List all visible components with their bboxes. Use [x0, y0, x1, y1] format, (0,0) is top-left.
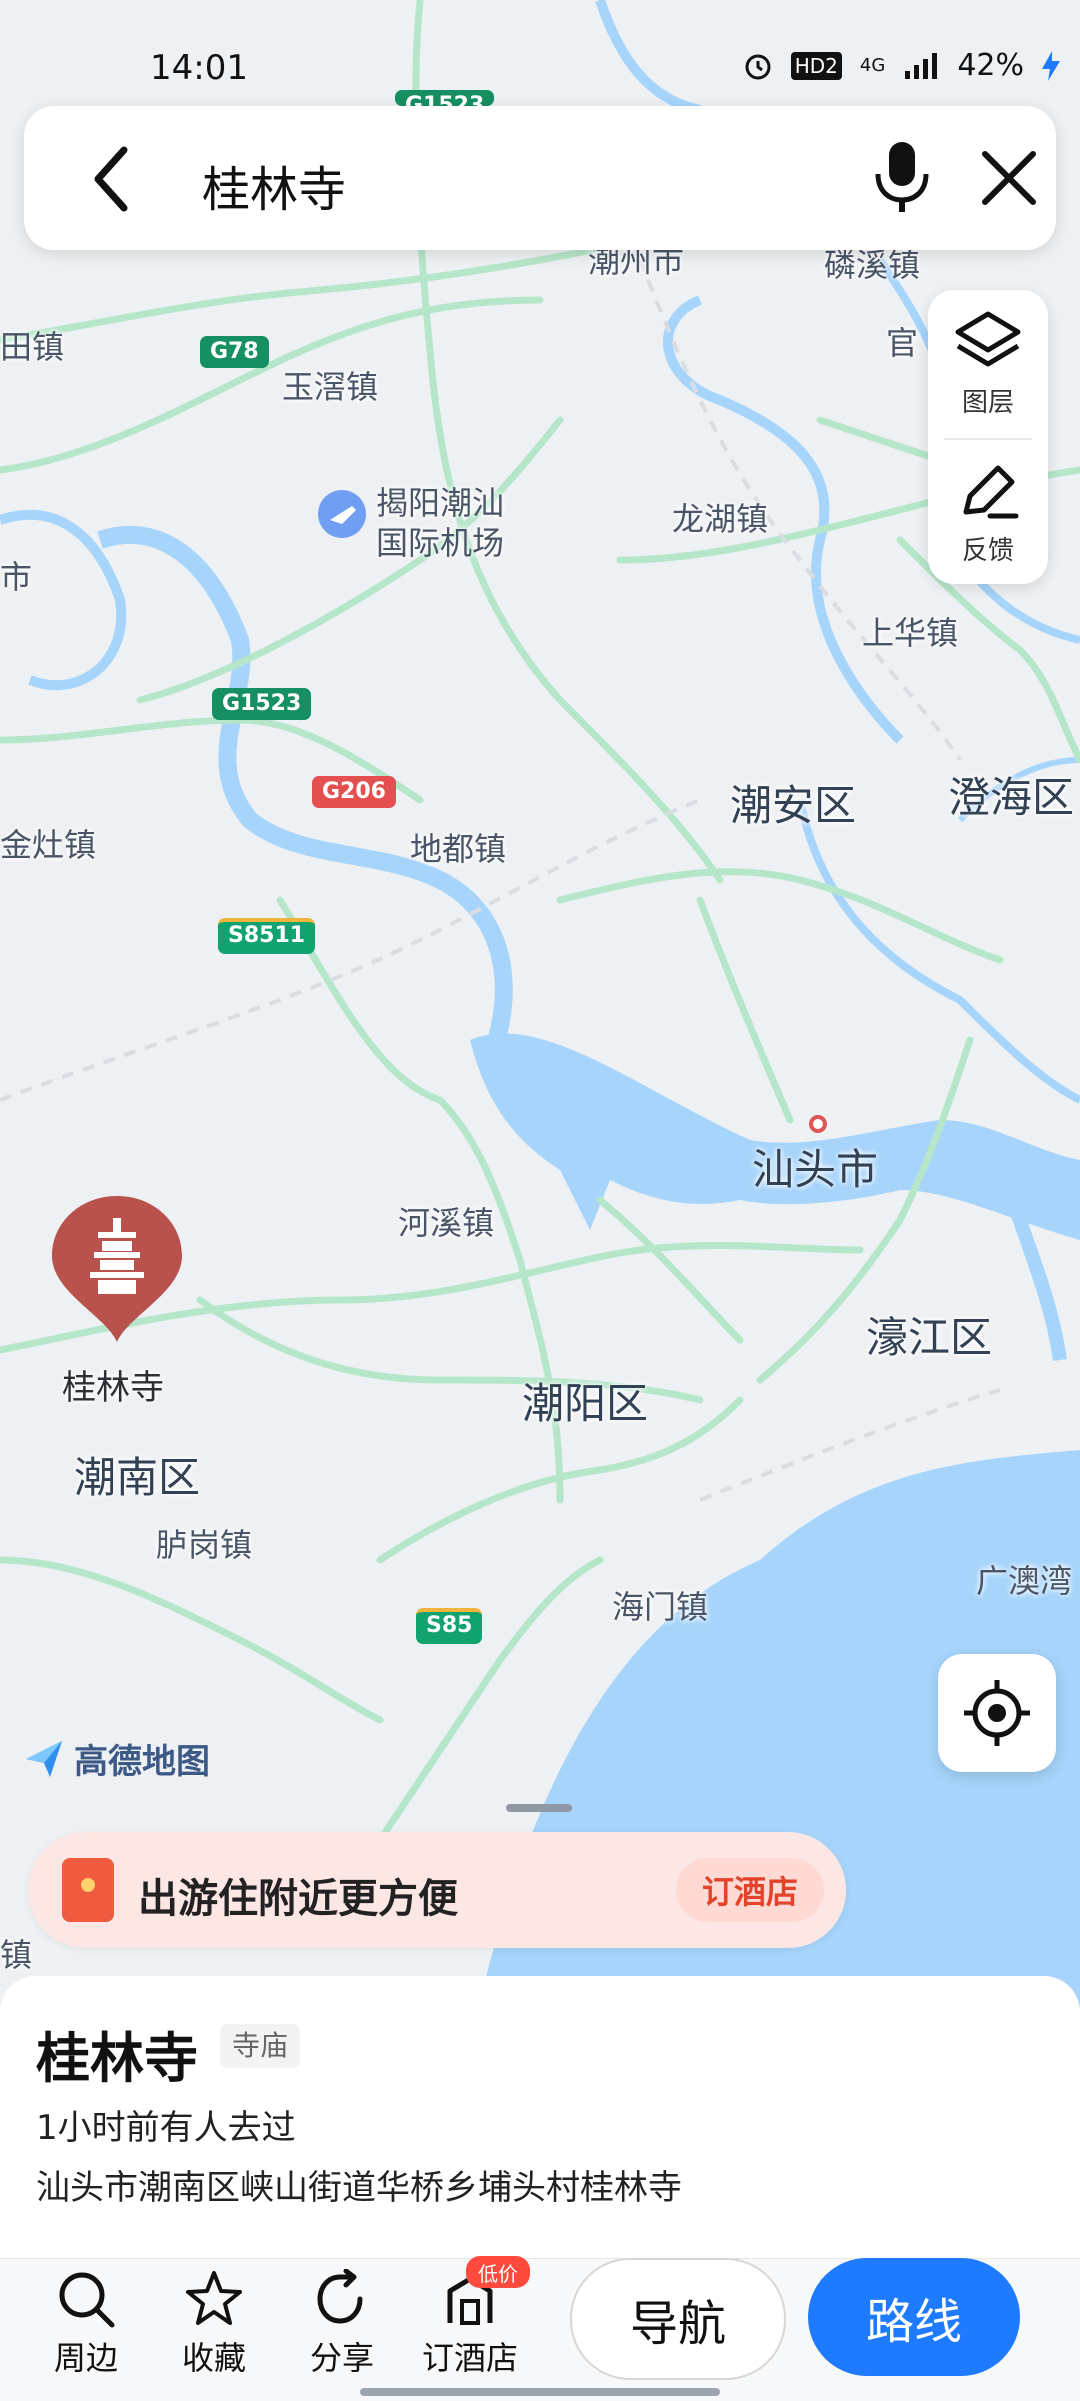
nearby-button[interactable]: 周边 — [36, 2259, 136, 2379]
poi-title: 桂林寺 — [36, 2027, 198, 2090]
share-button[interactable]: 分享 — [292, 2259, 392, 2379]
locate-button[interactable] — [938, 1654, 1056, 1772]
status-time: 14:01 — [150, 48, 248, 88]
star-icon — [186, 2271, 242, 2325]
status-bar: 14:01 HD2 4G 42% — [0, 0, 1080, 100]
crosshair-icon — [964, 1680, 1030, 1746]
charging-icon — [1042, 50, 1060, 81]
amap-logo: 高德地图 — [22, 1734, 210, 1783]
temple-poi-pin[interactable] — [52, 1196, 182, 1344]
feedback-label: 反馈 — [961, 536, 1014, 566]
road-shield-g1523: G1523 — [212, 688, 312, 720]
book-hotel-button[interactable]: 订酒店 — [676, 1858, 824, 1922]
map-label-tian: 田镇 — [0, 328, 65, 366]
poi-category-tag: 寺庙 — [220, 2024, 301, 2068]
layers-label: 图层 — [961, 388, 1014, 418]
red-envelope-icon — [62, 1858, 114, 1922]
map-label-didu: 地都镇 — [410, 830, 507, 868]
poi-visited-text: 1小时前有人去过 — [36, 2108, 296, 2148]
search-bar[interactable]: 桂林寺 — [24, 106, 1056, 250]
signal-icon — [903, 51, 939, 81]
map-label-haojiang: 濠江区 — [866, 1313, 993, 1362]
network-label: 4G — [859, 55, 886, 76]
map-label-guan: 官 — [886, 324, 919, 362]
map-label-jinzao: 金灶镇 — [0, 826, 97, 864]
road-shield-g78: G78 — [200, 336, 269, 368]
route-button[interactable]: 路线 — [808, 2258, 1020, 2376]
amap-logo-text: 高德地图 — [74, 1742, 210, 1782]
close-icon[interactable] — [979, 148, 1039, 208]
microphone-icon[interactable] — [872, 140, 932, 216]
map-label-haimen: 海门镇 — [612, 1588, 709, 1626]
navigate-button[interactable]: 导航 — [570, 2258, 786, 2380]
map-label-hexi: 河溪镇 — [398, 1204, 495, 1242]
alarm-icon — [743, 51, 773, 81]
map-label-shi: 市 — [0, 558, 33, 596]
hotel-promo-banner[interactable]: 出游住附近更方便 订酒店 — [28, 1832, 846, 1948]
map-label-longhu: 龙湖镇 — [672, 500, 769, 538]
tools-divider — [944, 438, 1032, 440]
layers-button[interactable]: 图层 — [928, 310, 1048, 419]
map-label-airport-2: 国际机场 — [376, 524, 505, 562]
layers-icon — [955, 311, 1021, 367]
favorite-button[interactable]: 收藏 — [164, 2259, 264, 2379]
map-label-guangao: 广澳湾 — [976, 1562, 1073, 1600]
map-label-chenghai: 澄海区 — [948, 773, 1075, 822]
road-shield-g206: G206 — [312, 776, 396, 808]
map-label-shanghua: 上华镇 — [862, 614, 959, 652]
road-shield-s8511: S8511 — [218, 918, 316, 954]
map-label-lugang: 胪岗镇 — [156, 1526, 253, 1564]
map-label-yuzhi: 玉滘镇 — [282, 368, 379, 406]
map-tools-panel: 图层 反馈 — [928, 290, 1048, 584]
hotel-label: 订酒店 — [421, 2339, 518, 2377]
sheet-drag-handle[interactable] — [506, 1804, 572, 1812]
nearby-label: 周边 — [53, 2339, 118, 2377]
share-label: 分享 — [309, 2339, 374, 2377]
feedback-button[interactable]: 反馈 — [928, 462, 1048, 567]
map-label-shantou: 汕头市 — [752, 1145, 879, 1194]
search-query[interactable]: 桂林寺 — [202, 150, 346, 220]
status-icons: HD2 4G 42% — [743, 48, 1060, 83]
road-shield-s85: S85 — [416, 1608, 483, 1644]
home-indicator[interactable] — [360, 2388, 720, 2396]
map-label-chaonan: 潮南区 — [74, 1453, 201, 1502]
poi-address: 汕头市潮南区峡山街道华桥乡埔头村桂林寺 — [36, 2168, 682, 2208]
edit-pen-icon — [963, 465, 1019, 519]
search-icon — [59, 2272, 115, 2328]
back-icon[interactable] — [84, 144, 144, 214]
map-label-zhen: 镇 — [0, 1936, 33, 1974]
low-price-badge: 低价 — [466, 2256, 530, 2288]
promo-text: 出游住附近更方便 — [138, 1876, 458, 1922]
favorite-label: 收藏 — [181, 2339, 246, 2377]
map-label-chaoan: 潮安区 — [730, 781, 857, 830]
amap-logo-icon — [26, 1740, 62, 1777]
battery-percent: 42% — [957, 48, 1024, 83]
share-icon — [317, 2269, 363, 2324]
hd-icon: HD2 — [790, 51, 842, 80]
map-label-chaoyang: 潮阳区 — [522, 1379, 649, 1428]
poi-map-label: 桂林寺 — [62, 1368, 164, 1408]
